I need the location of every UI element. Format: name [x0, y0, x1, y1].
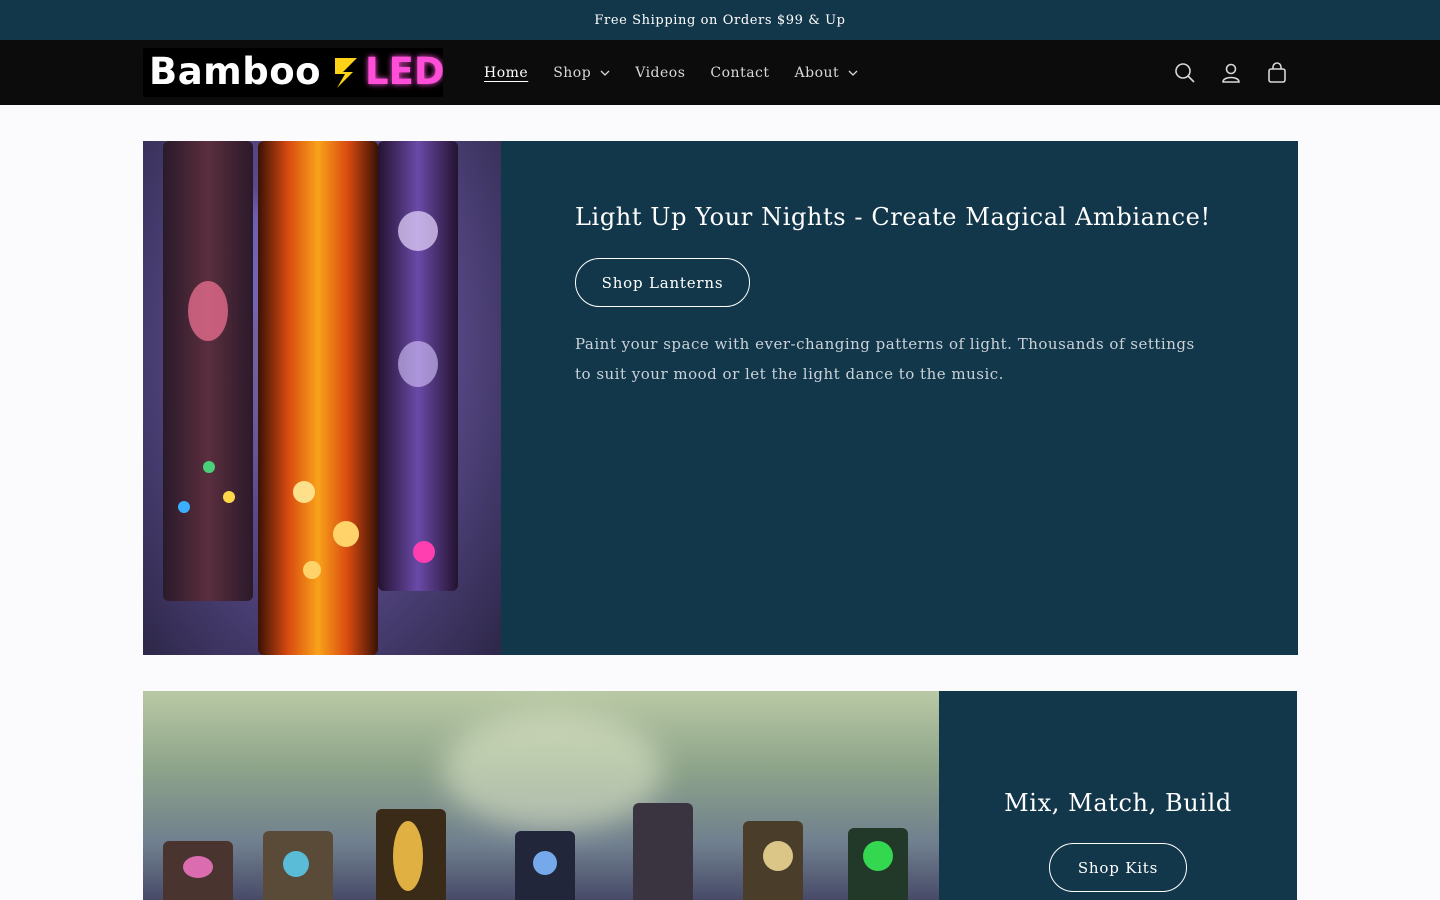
- shop-kits-button[interactable]: Shop Kits: [1049, 843, 1187, 892]
- nav-shop[interactable]: Shop: [553, 65, 610, 81]
- account-button[interactable]: [1218, 60, 1244, 86]
- search-icon: [1175, 63, 1195, 83]
- logo-accent-text: LED: [365, 50, 443, 93]
- nav-contact-label: Contact: [710, 64, 770, 81]
- nav-videos-label: Videos: [635, 64, 686, 81]
- cart-icon: [1268, 62, 1286, 83]
- nav-contact[interactable]: Contact: [710, 65, 769, 81]
- site-logo[interactable]: Bamboo LED: [143, 48, 443, 97]
- shop-lanterns-button[interactable]: Shop Lanterns: [575, 258, 750, 307]
- account-icon: [1222, 63, 1240, 83]
- section-description: Paint your space with ever-changing patt…: [575, 335, 1195, 383]
- cart-button[interactable]: [1264, 60, 1290, 86]
- section-heading: Mix, Match, Build: [1004, 789, 1232, 817]
- search-button[interactable]: [1172, 60, 1198, 86]
- lanterns-section: Light Up Your Nights - Create Magical Am…: [143, 141, 1298, 655]
- header-icons: [1152, 60, 1290, 86]
- chevron-down-icon: [848, 70, 858, 76]
- kits-section: Mix, Match, Build Shop Kits: [143, 691, 1297, 900]
- section-heading: Light Up Your Nights - Create Magical Am…: [575, 203, 1211, 231]
- logo-text: Bamboo: [149, 50, 322, 93]
- nav-home-label: Home: [484, 64, 529, 81]
- main-nav: Home Shop Videos Contact About: [484, 40, 883, 105]
- lightning-bolt-icon: [335, 58, 357, 88]
- kits-image: [143, 691, 939, 900]
- lanterns-image: [143, 141, 501, 655]
- chevron-down-icon: [600, 70, 610, 76]
- nav-videos[interactable]: Videos: [635, 65, 685, 81]
- nav-about[interactable]: About: [795, 65, 859, 81]
- nav-about-label: About: [794, 64, 840, 81]
- announcement-bar: Free Shipping on Orders $99 & Up: [0, 0, 1440, 40]
- announcement-text: Free Shipping on Orders $99 & Up: [594, 12, 846, 28]
- site-header: Bamboo LED Home Shop Videos Contact Abou…: [0, 40, 1440, 105]
- nav-home[interactable]: Home: [484, 65, 528, 81]
- nav-shop-label: Shop: [553, 64, 592, 81]
